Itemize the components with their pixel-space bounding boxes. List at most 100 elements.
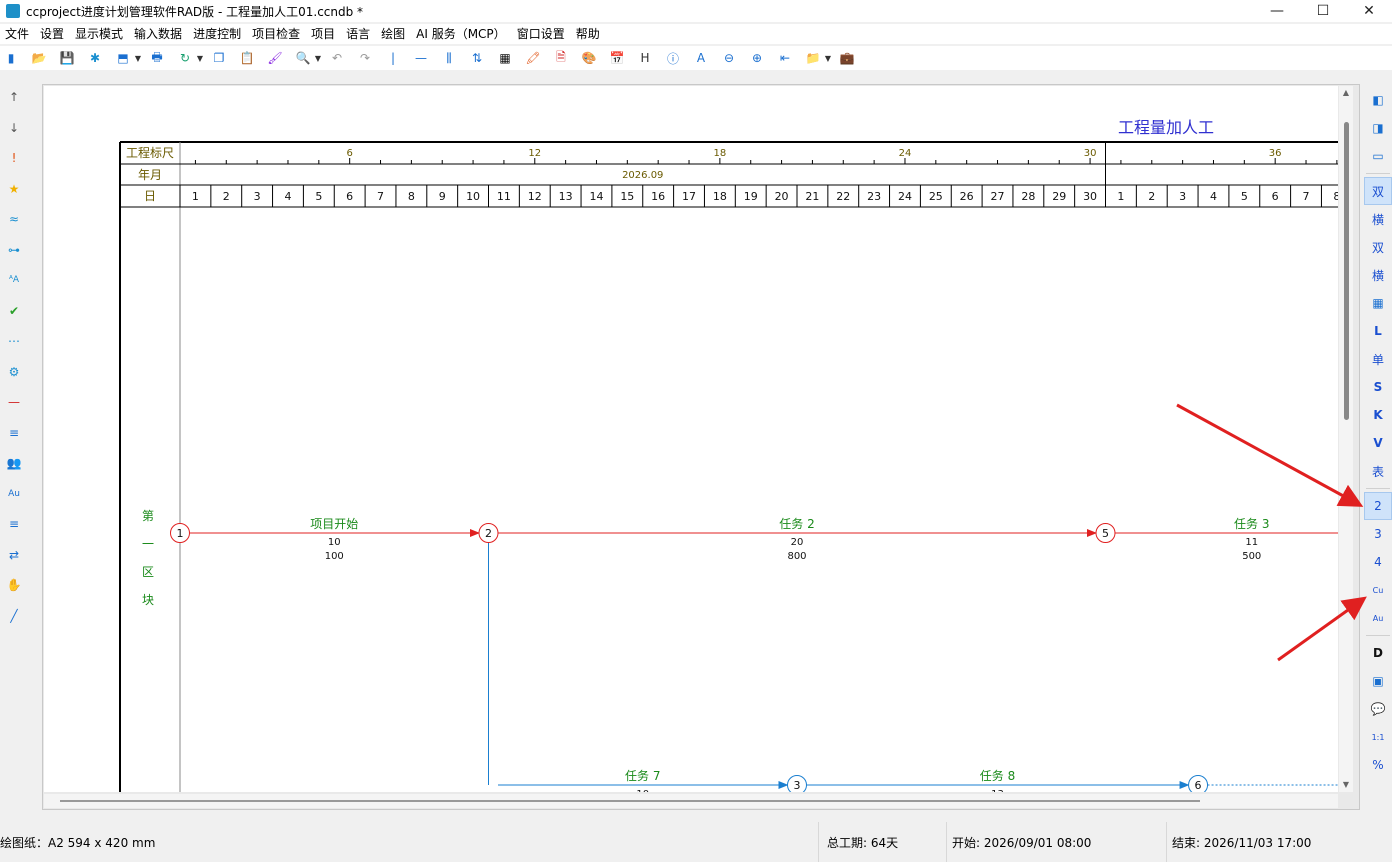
network-chart[interactable]: 工程量加人工工程标尺年月日6 12 18 24 30 362026.091 2 3 4 5 6 7 8 9…: [44, 86, 1338, 792]
bars-icon[interactable]: ⫼: [440, 49, 458, 67]
comment-icon[interactable]: 💬: [1364, 695, 1392, 723]
collapse-icon[interactable]: ⇤: [776, 49, 794, 67]
paste-icon[interactable]: 📋: [238, 49, 256, 67]
view-4-button[interactable]: 4: [1364, 548, 1392, 576]
chevron-down-icon[interactable]: ▼: [314, 49, 322, 67]
link-icon[interactable]: ⊶: [0, 235, 28, 266]
format-painter-icon[interactable]: 🖌: [266, 49, 284, 67]
chevron-down-icon[interactable]: ▼: [134, 49, 142, 67]
menu-progress-control[interactable]: 进度控制: [188, 24, 247, 44]
view-2-button[interactable]: 2: [1364, 492, 1392, 520]
chevron-down-icon[interactable]: ▼: [824, 49, 832, 67]
horizontal-mode-button[interactable]: 横: [1364, 205, 1392, 233]
menu-display-mode[interactable]: 显示模式: [70, 24, 129, 44]
cu-button[interactable]: Cu: [1364, 576, 1392, 604]
zoom-out-icon[interactable]: ⊖: [720, 49, 738, 67]
chevron-down-icon[interactable]: ▼: [196, 49, 204, 67]
horizontal-scroll-thumb[interactable]: [60, 800, 1200, 802]
double-mode-button[interactable]: 双: [1364, 177, 1392, 205]
exclamation-icon[interactable]: !: [0, 143, 28, 174]
menu-settings[interactable]: 设置: [35, 24, 70, 44]
table-mode-button[interactable]: 表: [1364, 457, 1392, 485]
export-icon[interactable]: ⬒: [114, 49, 132, 67]
view-3-button[interactable]: 3: [1364, 520, 1392, 548]
table-icon[interactable]: ▦: [1364, 289, 1392, 317]
vertical-scroll-thumb[interactable]: [1344, 122, 1349, 420]
undo-icon[interactable]: ↶: [328, 49, 346, 67]
gear-icon[interactable]: ⚙: [0, 357, 28, 388]
save-icon[interactable]: 💾: [58, 49, 76, 67]
au-button[interactable]: Au: [1364, 604, 1392, 632]
scroll-down-arrow[interactable]: ▼: [1341, 780, 1351, 790]
wave-icon[interactable]: ≈: [0, 204, 28, 235]
menu-language[interactable]: 语言: [341, 24, 376, 44]
menu-drawing[interactable]: 绘图: [376, 24, 411, 44]
filter-icon[interactable]: ≡: [0, 509, 28, 540]
copy-icon[interactable]: ❐: [210, 49, 228, 67]
zoom-in-icon[interactable]: ⊕: [748, 49, 766, 67]
day-label: 7: [377, 190, 384, 203]
calendar-edit-icon[interactable]: 📅: [608, 49, 626, 67]
s-mode-button[interactable]: S: [1364, 373, 1392, 401]
line-icon[interactable]: —: [412, 49, 430, 67]
star-icon[interactable]: ★: [0, 174, 28, 205]
swap-icon[interactable]: ⇄: [0, 540, 28, 571]
menu-project[interactable]: 项目: [306, 24, 341, 44]
briefcase-icon[interactable]: 💼: [838, 49, 856, 67]
k-mode-button[interactable]: K: [1364, 401, 1392, 429]
one-to-one-button[interactable]: 1:1: [1364, 723, 1392, 751]
horizontal-scrollbar[interactable]: [44, 794, 1338, 808]
text-icon[interactable]: A: [692, 49, 710, 67]
dots-icon[interactable]: ⋯: [0, 326, 28, 357]
doc-delete-icon[interactable]: 🗎: [552, 49, 570, 67]
heading-icon[interactable]: H: [636, 49, 654, 67]
au-icon[interactable]: Au: [0, 479, 28, 510]
refresh-icon[interactable]: ↻: [176, 49, 194, 67]
percent-button[interactable]: %: [1364, 751, 1392, 779]
d-button[interactable]: D: [1364, 639, 1392, 667]
qr-icon[interactable]: ▦: [496, 49, 514, 67]
menu-input-data[interactable]: 输入数据: [129, 24, 188, 44]
people-icon[interactable]: 👥: [0, 448, 28, 479]
sort-icon[interactable]: ⇅: [468, 49, 486, 67]
l-mode-button[interactable]: L: [1364, 317, 1392, 345]
v-mode-button[interactable]: V: [1364, 429, 1392, 457]
horizontal-plus-button[interactable]: 横: [1364, 261, 1392, 289]
move-up-icon[interactable]: ↑: [0, 82, 28, 113]
vertical-scrollbar[interactable]: ▲ ▼: [1339, 86, 1353, 792]
panel-bottom-icon[interactable]: ▭: [1364, 142, 1392, 170]
list-sort-icon[interactable]: ≡: [0, 418, 28, 449]
info-icon[interactable]: ⓘ: [664, 49, 682, 67]
maximize-button[interactable]: ☐: [1300, 0, 1346, 22]
menu-ai-service[interactable]: AI 服务（MCP）: [411, 24, 512, 44]
double-plus-button[interactable]: 双: [1364, 233, 1392, 261]
check-icon[interactable]: ✔: [0, 296, 28, 327]
menu-project-check[interactable]: 项目检查: [247, 24, 306, 44]
close-button[interactable]: ✕: [1346, 0, 1392, 22]
print-icon[interactable]: 🖶: [148, 49, 166, 67]
hand-icon[interactable]: ✋: [0, 570, 28, 601]
redo-icon[interactable]: ↷: [356, 49, 374, 67]
drawing-canvas[interactable]: 工程量加人工 工程标尺 年月日 6 12 18 24 30 36 2026.09 1 2 3 4 5 6 7 8 9…: [44, 86, 1338, 792]
wand-icon[interactable]: ╱: [0, 601, 28, 632]
folder-icon[interactable]: 📁: [804, 49, 822, 67]
open-icon[interactable]: 📂: [30, 49, 48, 67]
move-down-icon[interactable]: ↓: [0, 113, 28, 144]
menu-file[interactable]: 文件: [0, 24, 35, 44]
marker-icon[interactable]: 🖍: [524, 49, 542, 67]
panel-right-icon[interactable]: ◨: [1364, 114, 1392, 142]
divider-icon[interactable]: |: [384, 49, 402, 67]
red-line-icon[interactable]: —: [0, 387, 28, 418]
calculator-icon[interactable]: ▣: [1364, 667, 1392, 695]
scroll-up-arrow[interactable]: ▲: [1341, 88, 1351, 98]
panel-left-icon[interactable]: ◧: [1364, 86, 1392, 114]
menu-window-settings[interactable]: 窗口设置: [512, 24, 571, 44]
search-icon[interactable]: 🔍: [294, 49, 312, 67]
single-mode-button[interactable]: 单: [1364, 345, 1392, 373]
font-size-icon[interactable]: ᴬA: [0, 265, 28, 296]
menu-help[interactable]: 帮助: [571, 24, 606, 44]
new-icon[interactable]: ▮: [2, 49, 20, 67]
palette-icon[interactable]: 🎨: [580, 49, 598, 67]
asterisk-icon[interactable]: ✱: [86, 49, 104, 67]
minimize-button[interactable]: —: [1254, 0, 1300, 22]
